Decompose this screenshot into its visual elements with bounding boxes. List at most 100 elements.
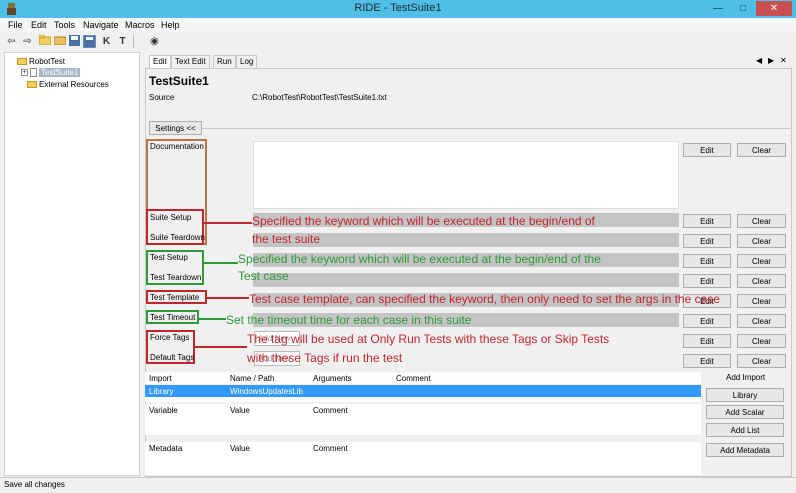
add-scalar-button[interactable]: Add Scalar — [706, 405, 784, 419]
tree-item-external-resources[interactable]: External Resources — [27, 79, 109, 90]
text-icon[interactable]: T — [116, 35, 129, 48]
suite-annotation-line — [204, 222, 252, 224]
back-icon[interactable]: ⇦ — [5, 35, 18, 48]
test-timeout-edit-button[interactable]: Edit — [683, 314, 731, 328]
variable-table: Variable Value Comment — [145, 404, 701, 435]
suite-teardown-clear-button[interactable]: Clear — [737, 234, 786, 248]
suite-name: TestSuite1 — [149, 74, 209, 88]
import-table-body — [145, 397, 701, 402]
tree-item-robottest[interactable]: RobotTest — [17, 56, 65, 67]
close-window-button[interactable]: ✕ — [756, 1, 792, 16]
add-list-button[interactable]: Add List — [706, 423, 784, 437]
variable-col-value: Value — [230, 406, 250, 415]
save-icon[interactable] — [68, 35, 81, 48]
suite-teardown-edit-button[interactable]: Edit — [683, 234, 731, 248]
project-tree: RobotTest + TestSuite1 External Resources — [4, 52, 140, 476]
test-timeout-label: Test Timeout — [150, 313, 196, 322]
test-template-clear-button[interactable]: Clear — [737, 294, 786, 308]
documentation-label: Documentation — [150, 142, 204, 151]
metadata-table: Metadata Value Comment — [145, 442, 701, 475]
title-bar: RIDE - TestSuite1 — □ ✕ — [0, 0, 796, 18]
folder-icon — [17, 58, 27, 66]
maximize-button[interactable]: □ — [731, 1, 755, 16]
force-tags-clear-button[interactable]: Clear — [737, 334, 786, 348]
menu-navigate[interactable]: Navigate — [81, 19, 121, 31]
tab-edit[interactable]: Edit — [149, 55, 171, 68]
tab-log[interactable]: Log — [236, 55, 258, 68]
default-tags-clear-button[interactable]: Clear — [737, 354, 786, 368]
tags-annotation-line2: with these Tags if run the test — [247, 351, 403, 365]
test-teardown-clear-button[interactable]: Clear — [737, 274, 786, 288]
import-cell-name: WindowsUpdatesLib — [230, 387, 303, 396]
force-tags-edit-button[interactable]: Edit — [683, 334, 731, 348]
import-col-arguments: Arguments — [313, 374, 352, 383]
import-col-name: Name / Path — [230, 374, 275, 383]
tags-annotation-line1: The tag will be used at Only Run Tests w… — [247, 332, 610, 346]
save-all-icon[interactable] — [83, 35, 96, 48]
suite-setup-clear-button[interactable]: Clear — [737, 214, 786, 228]
metadata-col-value: Value — [230, 444, 250, 453]
menu-file[interactable]: File — [6, 19, 25, 31]
status-bar: Save all changes — [0, 477, 796, 493]
force-tags-label: Force Tags — [150, 333, 190, 342]
source-path: C:\RobotTest\RobotTest\TestSuite1.txt — [252, 93, 387, 102]
import-col-comment: Comment — [396, 374, 431, 383]
suite-setup-label: Suite Setup — [150, 213, 192, 222]
variable-col-comment: Comment — [313, 406, 348, 415]
test-teardown-field[interactable] — [253, 273, 679, 287]
minimize-button[interactable]: — — [706, 1, 730, 16]
library-button[interactable]: Library — [706, 388, 784, 402]
menu-bar: File Edit Tools Navigate Macros Help — [0, 18, 796, 32]
suite-annotation-line2: the test suite — [252, 232, 321, 246]
window-title: RIDE - TestSuite1 — [354, 2, 442, 14]
folder-icon — [27, 81, 37, 89]
test-annotation-line — [204, 262, 238, 264]
expand-icon[interactable]: + — [21, 69, 28, 77]
tags-annotation-line — [195, 346, 247, 348]
suite-setup-edit-button[interactable]: Edit — [683, 214, 731, 228]
variable-col-variable: Variable — [149, 406, 178, 415]
add-metadata-button[interactable]: Add Metadata — [706, 443, 784, 457]
menu-macros[interactable]: Macros — [123, 19, 157, 31]
template-annotation-line — [207, 297, 249, 299]
test-setup-edit-button[interactable]: Edit — [683, 254, 731, 268]
documentation-edit-button[interactable]: Edit — [683, 143, 731, 157]
add-import-label: Add Import — [726, 373, 766, 382]
test-annotation-line1: Specified the keyword which will be exec… — [238, 252, 601, 266]
suite-teardown-label: Suite Teardown — [150, 233, 205, 242]
menu-help[interactable]: Help — [159, 19, 182, 31]
default-tags-edit-button[interactable]: Edit — [683, 354, 731, 368]
tab-text-edit[interactable]: Text Edit — [171, 55, 210, 68]
settings-toggle-button[interactable]: Settings << — [149, 121, 202, 135]
metadata-col-metadata: Metadata — [149, 444, 183, 453]
test-setup-clear-button[interactable]: Clear — [737, 254, 786, 268]
open-folder-icon[interactable] — [38, 34, 51, 48]
import-cell-type: Library — [149, 387, 174, 396]
open-file-icon[interactable] — [53, 35, 66, 48]
tab-run[interactable]: Run — [213, 55, 236, 68]
forward-icon[interactable]: ⇨ — [21, 35, 34, 48]
divider — [202, 128, 790, 129]
test-template-label: Test Template — [150, 293, 200, 302]
tab-close-icon[interactable]: ✕ — [780, 56, 787, 65]
tab-prev-icon[interactable]: ◀ — [756, 56, 762, 65]
documentation-clear-button[interactable]: Clear — [737, 143, 786, 157]
toolbar: ⇦ ⇨ K T ◉ — [0, 33, 796, 51]
test-teardown-label: Test Teardown — [150, 273, 202, 282]
menu-edit[interactable]: Edit — [29, 19, 49, 31]
metadata-col-comment: Comment — [313, 444, 348, 453]
test-timeout-clear-button[interactable]: Clear — [737, 314, 786, 328]
menu-tools[interactable]: Tools — [52, 19, 77, 31]
import-table-row[interactable]: Library WindowsUpdatesLib — [145, 385, 701, 397]
keyword-search-icon[interactable]: K — [100, 35, 113, 48]
stop-icon[interactable]: ◉ — [148, 35, 161, 48]
timeout-annotation: Set the timeout time for each case in th… — [226, 313, 472, 327]
tree-item-testsuite1[interactable]: + TestSuite1 — [21, 67, 81, 78]
documentation-field[interactable] — [253, 141, 679, 209]
file-icon — [30, 68, 37, 78]
timeout-annotation-line — [199, 318, 226, 320]
tab-next-icon[interactable]: ▶ — [768, 56, 774, 65]
import-table-header: Import Name / Path Arguments Comment — [145, 372, 701, 384]
test-annotation-line2: Test case — [238, 269, 289, 283]
test-teardown-edit-button[interactable]: Edit — [683, 274, 731, 288]
